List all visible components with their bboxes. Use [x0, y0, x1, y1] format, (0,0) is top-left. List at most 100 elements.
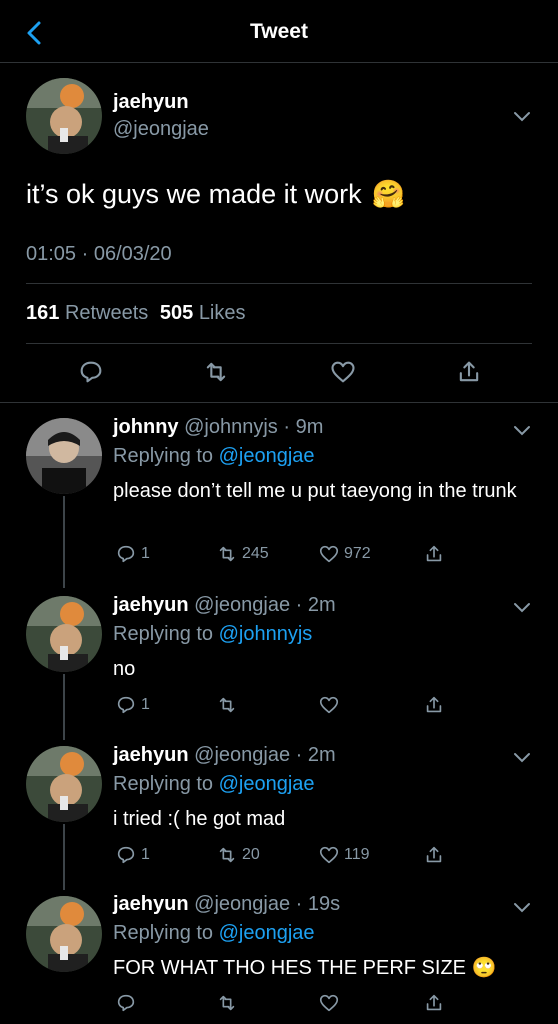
share-icon — [426, 696, 442, 713]
retweet-button[interactable]: 245 — [216, 543, 269, 565]
more-chevron-icon[interactable] — [512, 901, 532, 915]
replying-to: Replying to @jeongjae — [113, 922, 315, 945]
replying-to-link[interactable]: @jeongjae — [219, 922, 315, 944]
reply-text: no — [113, 658, 136, 680]
reply-header: johnny @johnnyjs · 9m — [113, 416, 323, 439]
reply-header: jaehyun @jeongjae · 2m — [113, 594, 336, 617]
more-chevron-icon[interactable] — [512, 424, 532, 438]
more-chevron-icon[interactable] — [512, 751, 532, 765]
like-count: 972 — [344, 545, 371, 562]
avatar[interactable] — [26, 78, 102, 154]
like-button[interactable] — [318, 992, 340, 1014]
like-button[interactable] — [329, 358, 357, 386]
likes-label[interactable]: Likes — [199, 302, 246, 324]
like-button[interactable]: 119 — [318, 844, 370, 866]
reply-count: 1 — [141, 545, 150, 562]
like-button[interactable]: 972 — [318, 543, 371, 565]
tweet-timestamp: 01:05 · 06/03/20 — [26, 243, 172, 265]
share-icon — [426, 545, 442, 562]
more-chevron-icon[interactable] — [512, 110, 532, 124]
retweet-icon — [219, 697, 235, 713]
header-bar: Tweet — [0, 0, 558, 63]
reply-meta[interactable]: @jeongjae · 2m — [194, 594, 335, 616]
tweet-body: it’s ok guys we made it work — [26, 178, 362, 209]
replying-to-link[interactable]: @jeongjae — [219, 445, 315, 467]
replying-to: Replying to @jeongjae — [113, 773, 315, 796]
divider — [0, 402, 558, 403]
divider — [26, 343, 532, 344]
avatar[interactable] — [26, 746, 102, 822]
reply-body: FOR WHAT THO HES THE PERF SIZE — [113, 957, 466, 979]
retweet-icon — [206, 362, 226, 382]
share-button[interactable] — [423, 844, 445, 866]
reply-author-name[interactable]: jaehyun — [113, 893, 189, 915]
retweet-icon — [219, 847, 235, 863]
reply-header: jaehyun @jeongjae · 19s — [113, 893, 340, 916]
reply-meta[interactable]: @johnnyjs · 9m — [184, 416, 323, 438]
reply-button[interactable]: 1 — [115, 844, 150, 866]
thread-line — [63, 674, 65, 740]
reply-header: jaehyun @jeongjae · 2m — [113, 744, 336, 767]
replying-label: Replying to — [113, 445, 214, 467]
reply-author-name[interactable]: johnny — [113, 416, 179, 438]
reply-count: 1 — [141, 846, 150, 863]
share-icon — [426, 994, 442, 1011]
like-icon — [319, 846, 339, 864]
replying-to-link[interactable]: @johnnyjs — [219, 623, 313, 645]
avatar[interactable] — [26, 896, 102, 972]
reply-text: i tried :( he got mad — [113, 808, 286, 830]
tweet-stats: 161 Retweets 505 Likes — [26, 302, 246, 325]
retweets-label[interactable]: Retweets — [65, 302, 148, 324]
share-button[interactable] — [455, 358, 483, 386]
reply-author-name[interactable]: jaehyun — [113, 594, 189, 616]
reply-author-name[interactable]: jaehyun — [113, 744, 189, 766]
reply-meta[interactable]: @jeongjae · 19s — [194, 893, 340, 915]
reply-icon — [80, 361, 102, 383]
thread-line — [63, 496, 65, 588]
author-name[interactable]: jaehyun — [113, 91, 189, 114]
reply-icon — [117, 545, 135, 563]
hugging-emoji: 🤗 — [371, 179, 406, 209]
thread-line — [63, 824, 65, 890]
retweet-count: 20 — [242, 846, 260, 863]
reply-icon — [117, 994, 135, 1012]
divider — [26, 283, 532, 284]
replying-label: Replying to — [113, 773, 214, 795]
reply-button[interactable]: 1 — [115, 694, 150, 716]
reply-meta[interactable]: @jeongjae · 2m — [194, 744, 335, 766]
share-icon — [426, 846, 442, 863]
retweet-button[interactable] — [216, 992, 238, 1014]
reply-text: please don’t tell me u put taeyong in th… — [113, 480, 517, 502]
eye-roll-emoji: 🙄 — [471, 957, 497, 979]
replying-label: Replying to — [113, 623, 214, 645]
retweet-button[interactable] — [202, 358, 230, 386]
retweet-icon — [219, 546, 235, 562]
like-icon — [331, 361, 355, 383]
share-button[interactable] — [423, 694, 445, 716]
more-chevron-icon[interactable] — [512, 601, 532, 615]
reply-icon — [117, 696, 135, 714]
reply-text: FOR WHAT THO HES THE PERF SIZE 🙄 — [113, 954, 533, 982]
retweet-button[interactable]: 20 — [216, 844, 260, 866]
replying-to-link[interactable]: @jeongjae — [219, 773, 315, 795]
reply-button[interactable]: 1 — [115, 543, 150, 565]
retweet-count: 245 — [242, 545, 269, 562]
share-icon — [459, 361, 479, 382]
reply-icon — [117, 846, 135, 864]
avatar[interactable] — [26, 418, 102, 494]
like-icon — [319, 696, 339, 714]
reply-button[interactable] — [77, 358, 105, 386]
like-icon — [319, 994, 339, 1012]
share-button[interactable] — [423, 543, 445, 565]
like-icon — [319, 545, 339, 563]
retweet-button[interactable] — [216, 694, 238, 716]
reply-button[interactable] — [115, 992, 137, 1014]
retweet-icon — [219, 995, 235, 1011]
likes-count[interactable]: 505 — [160, 302, 193, 324]
share-button[interactable] — [423, 992, 445, 1014]
replying-label: Replying to — [113, 922, 214, 944]
like-button[interactable] — [318, 694, 340, 716]
avatar[interactable] — [26, 596, 102, 672]
author-handle[interactable]: @jeongjae — [113, 118, 209, 141]
retweets-count[interactable]: 161 — [26, 302, 59, 324]
